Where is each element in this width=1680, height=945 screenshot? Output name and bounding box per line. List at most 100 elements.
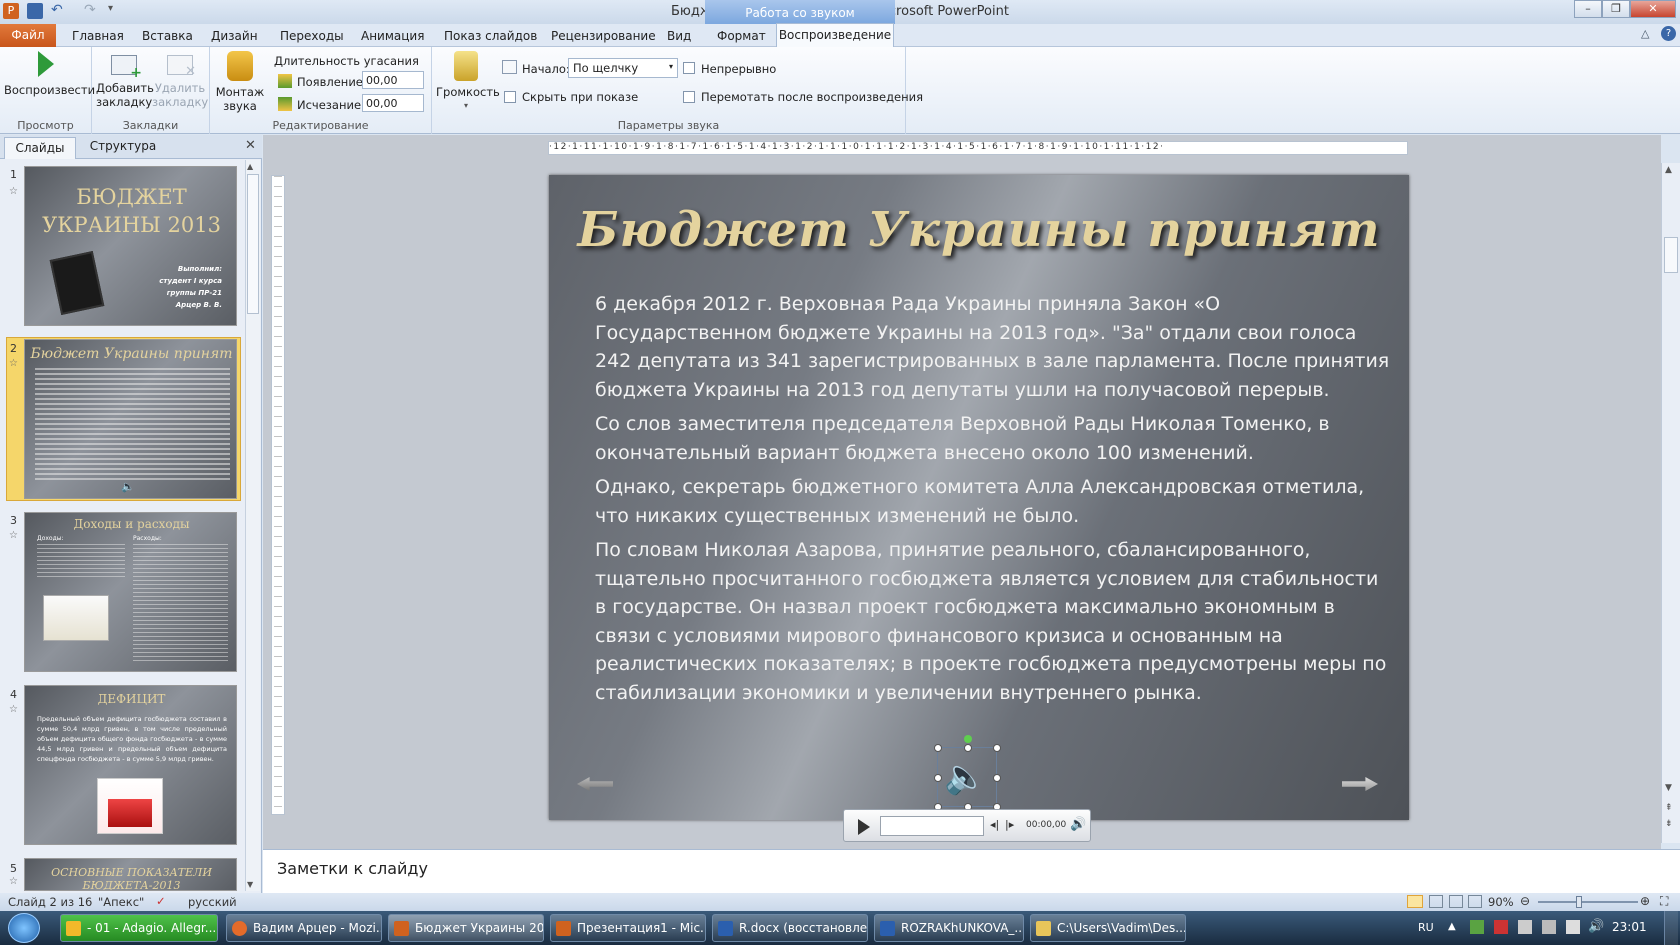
fade-out-input[interactable]: 00,00	[362, 94, 424, 112]
rewind-label: Перемотать после воспроизведения	[701, 90, 924, 104]
tab-insert[interactable]: Вставка	[132, 27, 203, 47]
rotate-handle[interactable]	[964, 735, 972, 743]
taskbar-item[interactable]: - 01 - Adagio. Allegr...	[60, 914, 218, 942]
player-timeline[interactable]	[880, 816, 984, 836]
player-play-icon[interactable]	[858, 819, 870, 835]
close-button[interactable]: ✕	[1630, 0, 1676, 18]
tab-playback[interactable]: Воспроизведение	[776, 23, 894, 48]
zoom-slider[interactable]	[1538, 901, 1638, 903]
rewind-checkbox[interactable]	[683, 91, 695, 103]
volume-tray-icon[interactable]: 🔊	[1588, 919, 1604, 934]
tab-transitions[interactable]: Переходы	[270, 27, 354, 47]
spellcheck-icon[interactable]: ✓	[156, 894, 166, 908]
player-volume-icon[interactable]: 🔊	[1070, 817, 1086, 832]
tab-review[interactable]: Рецензирование	[541, 27, 666, 47]
horizontal-ruler[interactable]: ·12·1·11·1·10·1·9·1·8·1·7·1·6·1·5·1·4·1·…	[548, 141, 1408, 155]
minimize-ribbon-icon[interactable]: △	[1641, 27, 1649, 40]
slide-thumbnail-5[interactable]: ОСНОВНЫЕ ПОКАЗАТЕЛИ БЮДЖЕТА-2013	[24, 858, 237, 891]
audio-icon-selection[interactable]: 🔈	[934, 735, 1001, 811]
tray-device-icon[interactable]	[1518, 920, 1532, 934]
tab-slides[interactable]: Слайды	[4, 137, 76, 159]
remove-bookmark-button[interactable]: ✕ Удалить закладку	[152, 55, 208, 109]
close-panel-icon[interactable]: ✕	[245, 138, 256, 153]
main-scrollbar[interactable]: ▲ ▼ ⇞ ⇟	[1661, 163, 1680, 843]
taskbar-item[interactable]: Бюджет Украины 20...	[388, 914, 544, 942]
zoom-slider-thumb[interactable]	[1576, 896, 1582, 908]
add-bookmark-button[interactable]: + Добавить закладку	[96, 55, 154, 109]
taskbar-item[interactable]: ROZRAKhUNKOVA_...	[874, 914, 1024, 942]
tab-animation[interactable]: Анимация	[351, 27, 434, 47]
tray-app-icon[interactable]	[1470, 920, 1484, 934]
slide-thumbnail-1[interactable]: БЮДЖЕТ УКРАИНЫ 2013 Выполнил: студент I ку…	[24, 166, 237, 326]
slide-thumbnail-3[interactable]: Доходы и расходы Доходы: Расходы:	[24, 512, 237, 672]
previous-slide-icon[interactable]: ⇞	[1665, 803, 1673, 813]
taskbar-item[interactable]: Вадим Арцер - Mozi...	[226, 914, 382, 942]
player-forward-icon[interactable]: |▸	[1005, 818, 1014, 831]
taskbar-item[interactable]: Презентация1 - Mic...	[550, 914, 706, 942]
next-arrow-icon[interactable]	[1342, 777, 1378, 791]
notes-pane[interactable]: Заметки к слайду	[263, 849, 1680, 893]
fit-to-window-icon[interactable]: ⛶	[1660, 894, 1668, 909]
volume-dropdown-icon: ▾	[463, 101, 468, 110]
slide-title[interactable]: Бюджет Украины принят	[549, 202, 1409, 258]
panel-scrollbar[interactable]: ▲ ▼	[245, 160, 260, 891]
add-bookmark-icon: +	[111, 55, 142, 80]
normal-view-icon[interactable]	[1407, 895, 1423, 908]
vertical-ruler[interactable]	[271, 175, 285, 815]
zoom-out-icon[interactable]: ⊖	[1520, 894, 1530, 908]
slide-thumbnail-4[interactable]: ДЕФИЦИТ Предельный объем дефицита госбюд…	[24, 685, 237, 845]
animation-star-icon: ☆	[9, 186, 18, 197]
language-indicator[interactable]: RU	[1418, 921, 1434, 934]
help-icon[interactable]: ?	[1661, 26, 1676, 41]
tab-slideshow[interactable]: Показ слайдов	[434, 27, 547, 47]
volume-button[interactable]: Громкость ▾	[436, 51, 500, 113]
minimize-button[interactable]: –	[1574, 0, 1602, 18]
group-label: Параметры звука	[617, 119, 720, 132]
zoom-in-icon[interactable]: ⊕	[1640, 894, 1650, 908]
status-language[interactable]: русский	[188, 895, 237, 909]
start-button[interactable]	[8, 913, 40, 943]
tab-file[interactable]: Файл	[0, 24, 56, 47]
hide-during-show-checkbox[interactable]	[504, 91, 516, 103]
player-back-icon[interactable]: ◂|	[990, 818, 999, 831]
maximize-button[interactable]: ❐	[1602, 0, 1630, 18]
scroll-down-icon[interactable]: ▼	[1665, 783, 1672, 793]
scroll-down-icon[interactable]: ▼	[247, 880, 253, 889]
play-button[interactable]: Воспроизвести	[4, 51, 95, 97]
status-theme: "Апекс"	[98, 895, 145, 909]
body-paragraph: 6 декабря 2012 г. Верховная Рада Украины…	[595, 293, 1390, 401]
tray-monitor-icon[interactable]	[1566, 920, 1580, 934]
fade-in-input[interactable]: 00,00	[362, 71, 424, 89]
tray-network-icon[interactable]	[1542, 920, 1556, 934]
scroll-thumb[interactable]	[1664, 237, 1678, 273]
previous-arrow-icon[interactable]	[577, 777, 613, 791]
trim-audio-button[interactable]: Монтаж звука	[214, 51, 266, 113]
slideshow-view-icon[interactable]	[1468, 895, 1482, 908]
clock[interactable]: 23:01	[1612, 920, 1647, 934]
slide-sorter-icon[interactable]	[1429, 895, 1443, 908]
scroll-up-icon[interactable]: ▲	[1665, 165, 1672, 175]
start-select[interactable]: По щелчку ▾	[568, 58, 678, 78]
animation-star-icon: ☆	[9, 358, 18, 369]
scroll-up-icon[interactable]: ▲	[247, 162, 253, 171]
animation-star-icon: ☆	[9, 704, 18, 715]
volume-label: Громкость	[436, 85, 500, 99]
tab-design[interactable]: Дизайн	[201, 27, 268, 47]
tab-format[interactable]: Формат	[707, 27, 776, 47]
show-desktop-button[interactable]	[1664, 911, 1678, 945]
loop-checkbox[interactable]	[683, 62, 695, 74]
tab-view[interactable]: Вид	[657, 27, 701, 47]
slide-body[interactable]: 6 декабря 2012 г. Верховная Рада Украины…	[595, 290, 1395, 713]
taskbar-item[interactable]: R.docx (восстановле...	[712, 914, 868, 942]
show-hidden-icons[interactable]: ▲	[1448, 921, 1456, 932]
tab-home[interactable]: Главная	[62, 27, 134, 47]
tab-outline[interactable]: Структура	[82, 139, 164, 153]
tray-flag-icon[interactable]	[1494, 920, 1508, 934]
slide-canvas[interactable]: Бюджет Украины принят 6 декабря 2012 г. …	[549, 175, 1409, 820]
slide-thumbnail-2[interactable]: Бюджет Украины принят 🔈	[24, 339, 237, 499]
scroll-thumb[interactable]	[247, 174, 259, 314]
next-slide-icon[interactable]: ⇟	[1665, 819, 1673, 829]
taskbar-item[interactable]: C:\Users\Vadim\Des...	[1030, 914, 1186, 942]
reading-view-icon[interactable]	[1449, 895, 1463, 908]
zoom-level[interactable]: 90%	[1488, 895, 1514, 909]
